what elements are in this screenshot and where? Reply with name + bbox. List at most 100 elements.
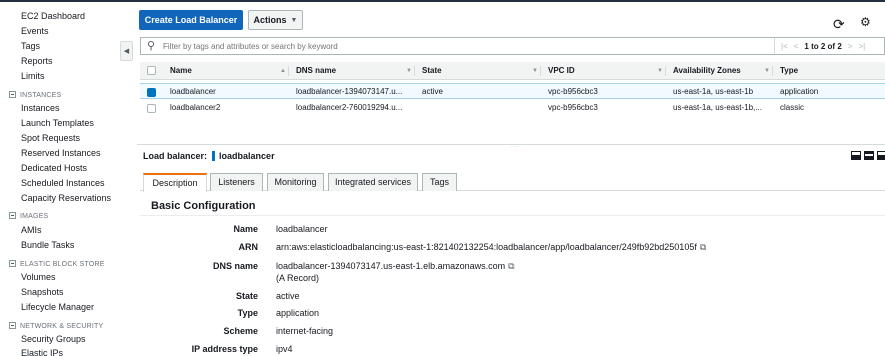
collapse-section-icon bbox=[9, 91, 16, 98]
last-page-icon[interactable]: >| bbox=[858, 42, 865, 51]
collapse-sidebar-button[interactable]: ◀ bbox=[120, 41, 133, 61]
sidebar-item-launch-templates[interactable]: Launch Templates bbox=[21, 118, 94, 128]
field-value-name: loadbalancer bbox=[276, 224, 328, 234]
field-label-scheme: Scheme bbox=[223, 326, 258, 336]
cell-type: application bbox=[780, 87, 819, 96]
row-checkbox[interactable] bbox=[147, 104, 156, 113]
dns-name-text: loadbalancer-1394073147.us-east-1.elb.am… bbox=[276, 261, 506, 271]
section-title: Basic Configuration bbox=[151, 200, 256, 212]
sort-icon[interactable]: ▼ bbox=[657, 62, 663, 80]
field-label-ip-address-type: IP address type bbox=[191, 344, 258, 354]
copy-icon[interactable]: ⧉ bbox=[508, 261, 514, 272]
column-header-type[interactable]: Type bbox=[780, 62, 798, 80]
sidebar-section-instances[interactable]: INSTANCES bbox=[9, 91, 61, 99]
field-label-name: Name bbox=[233, 224, 258, 234]
column-header-name[interactable]: Name bbox=[170, 62, 192, 80]
actions-button[interactable]: Actions ▼ bbox=[248, 10, 303, 30]
sidebar-item-scheduled-instances[interactable]: Scheduled Instances bbox=[21, 178, 105, 188]
first-page-icon[interactable]: |< bbox=[781, 42, 788, 51]
field-value-arn: arn:aws:elasticloadbalancing:us-east-1:8… bbox=[276, 242, 706, 253]
sidebar-item-ec2-dashboard[interactable]: EC2 Dashboard bbox=[21, 11, 85, 21]
field-label-type: Type bbox=[237, 308, 258, 318]
sidebar-item-lifecycle-manager[interactable]: Lifecycle Manager bbox=[21, 302, 94, 312]
select-all-checkbox[interactable] bbox=[147, 66, 156, 75]
panel-bottom-icon[interactable] bbox=[851, 151, 861, 160]
tab-tags[interactable]: Tags bbox=[422, 173, 457, 191]
top-bar bbox=[0, 0, 885, 2]
panel-layout-controls bbox=[851, 151, 885, 160]
sidebar-item-amis[interactable]: AMIs bbox=[21, 225, 42, 235]
pagination: |< < 1 to 2 of 2 > >| bbox=[774, 38, 884, 54]
table-row[interactable]: loadbalancer2 loadbalancer2-760019294.u.… bbox=[140, 100, 885, 116]
detail-label: Load balancer: bbox=[143, 151, 208, 161]
cell-name: loadbalancer2 bbox=[170, 103, 221, 112]
section-divider bbox=[140, 215, 885, 216]
field-value-scheme: internet-facing bbox=[276, 326, 334, 336]
sidebar-item-capacity-reservations[interactable]: Capacity Reservations bbox=[21, 193, 111, 203]
table-row[interactable]: loadbalancer loadbalancer-1394073147.u..… bbox=[140, 83, 885, 99]
sidebar-item-reports[interactable]: Reports bbox=[21, 56, 53, 66]
pagination-count: 1 to 2 of 2 bbox=[804, 41, 842, 51]
column-header-availability-zones[interactable]: Availability Zones bbox=[673, 62, 741, 80]
copy-icon[interactable]: ⧉ bbox=[700, 242, 706, 253]
cell-type: classic bbox=[780, 103, 805, 112]
panel-full-icon[interactable] bbox=[877, 151, 885, 160]
column-divider bbox=[540, 66, 541, 76]
cell-dns-name: loadbalancer-1394073147.u... bbox=[296, 87, 403, 96]
create-load-balancer-button[interactable]: Create Load Balancer bbox=[139, 10, 243, 30]
sort-ascending-icon[interactable]: ▲ bbox=[280, 62, 286, 80]
sidebar-item-bundle-tasks[interactable]: Bundle Tasks bbox=[21, 240, 74, 250]
next-page-icon[interactable]: > bbox=[848, 42, 853, 51]
sidebar-item-instances[interactable]: Instances bbox=[21, 103, 60, 113]
detail-title: Load balancer: loadbalancer bbox=[143, 151, 275, 161]
column-header-dns-name[interactable]: DNS name bbox=[296, 62, 336, 80]
sidebar-item-limits[interactable]: Limits bbox=[21, 71, 45, 81]
cell-name: loadbalancer bbox=[170, 87, 216, 96]
cell-dns-name: loadbalancer2-760019294.u... bbox=[296, 103, 403, 112]
tab-description[interactable]: Description bbox=[143, 173, 207, 192]
table-header: Name ▲ DNS name ▼ State ▼ VPC ID ▼ Avail… bbox=[140, 62, 885, 80]
cell-availability-zones: us-east-1a, us-east-1b bbox=[673, 87, 754, 96]
sidebar-item-security-groups[interactable]: Security Groups bbox=[21, 334, 86, 344]
sort-icon[interactable]: ▼ bbox=[764, 62, 770, 80]
search-icon: ⚲ bbox=[147, 40, 156, 52]
cell-state: active bbox=[422, 87, 443, 96]
sidebar-item-reserved-instances[interactable]: Reserved Instances bbox=[21, 148, 101, 158]
collapse-section-icon bbox=[9, 322, 16, 329]
filter-input[interactable] bbox=[163, 38, 763, 54]
sidebar-item-spot-requests[interactable]: Spot Requests bbox=[21, 133, 80, 143]
field-label-arn: ARN bbox=[238, 242, 259, 252]
column-header-state[interactable]: State bbox=[422, 62, 442, 80]
field-value-dns-name: loadbalancer-1394073147.us-east-1.elb.am… bbox=[276, 261, 515, 272]
arn-text: arn:aws:elasticloadbalancing:us-east-1:8… bbox=[276, 242, 697, 252]
field-label-dns-name: DNS name bbox=[212, 261, 258, 271]
column-header-vpc-id[interactable]: VPC ID bbox=[548, 62, 575, 80]
sidebar-item-dedicated-hosts[interactable]: Dedicated Hosts bbox=[21, 163, 87, 173]
prev-page-icon[interactable]: < bbox=[794, 42, 799, 51]
tab-listeners[interactable]: Listeners bbox=[210, 173, 263, 191]
resize-grip-icon[interactable]: ··· bbox=[510, 144, 519, 150]
gear-icon[interactable]: ⚙ bbox=[860, 16, 871, 28]
sidebar: EC2 Dashboard Events Tags Reports Limits… bbox=[0, 2, 130, 356]
cell-vpc-id: vpc-b956cbc3 bbox=[548, 103, 598, 112]
refresh-icon[interactable]: ⟳ bbox=[833, 17, 845, 31]
chevron-left-icon: ◀ bbox=[123, 48, 130, 55]
tab-integrated-services[interactable]: Integrated services bbox=[328, 173, 418, 191]
field-value-state: active bbox=[276, 291, 300, 301]
sidebar-section-ebs[interactable]: ELASTIC BLOCK STORE bbox=[9, 260, 105, 268]
chevron-down-icon: ▼ bbox=[290, 16, 298, 24]
sidebar-item-elastic-ips[interactable]: Elastic IPs bbox=[21, 348, 63, 356]
row-checkbox[interactable] bbox=[147, 88, 156, 97]
sidebar-item-tags[interactable]: Tags bbox=[21, 41, 40, 51]
filter-bar: ⚲ |< < 1 to 2 of 2 > >| bbox=[140, 37, 885, 55]
sidebar-item-volumes[interactable]: Volumes bbox=[21, 272, 56, 282]
cell-vpc-id: vpc-b956cbc3 bbox=[548, 87, 598, 96]
panel-split-icon[interactable] bbox=[864, 151, 874, 160]
sort-icon[interactable]: ▼ bbox=[532, 62, 538, 80]
tab-monitoring[interactable]: Monitoring bbox=[267, 173, 324, 191]
sidebar-item-snapshots[interactable]: Snapshots bbox=[21, 287, 64, 297]
sidebar-item-events[interactable]: Events bbox=[21, 26, 49, 36]
sidebar-section-images[interactable]: IMAGES bbox=[9, 212, 48, 220]
sort-icon[interactable]: ▼ bbox=[406, 62, 412, 80]
sidebar-section-network-security[interactable]: NETWORK & SECURITY bbox=[9, 322, 103, 330]
